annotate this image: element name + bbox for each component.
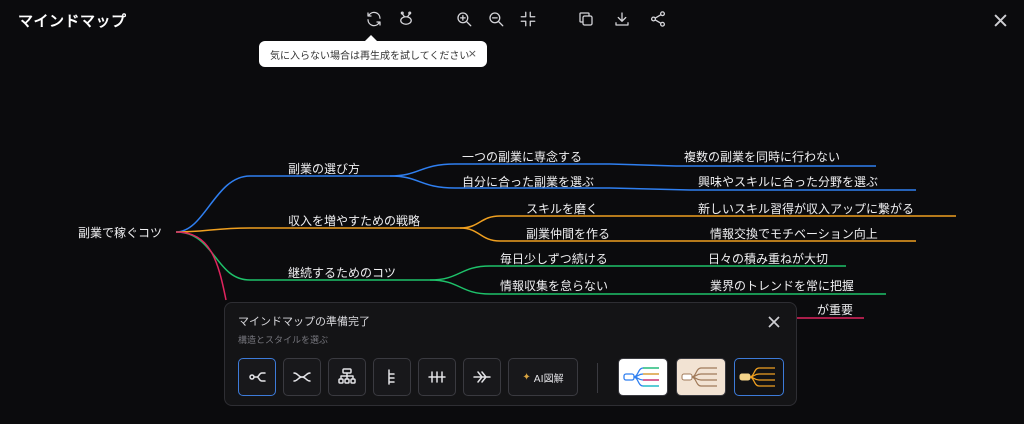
- ai-diagram-button[interactable]: ✦ AI図解: [508, 358, 578, 396]
- panel-title: マインドマップの準備完了: [238, 315, 370, 328]
- layout-timeline-icon[interactable]: [418, 358, 456, 396]
- child-node[interactable]: 副業仲間を作る: [526, 225, 610, 242]
- leaf-node[interactable]: 新しいスキル習得が収入アップに繋がる: [698, 200, 914, 217]
- panel-divider: [597, 363, 598, 393]
- branch-node[interactable]: 継続するためのコツ: [288, 264, 396, 281]
- ready-panel: マインドマップの準備完了 構造とスタイルを選ぶ ✦ AI図解: [224, 302, 797, 406]
- white-style-option[interactable]: [618, 358, 668, 396]
- child-node[interactable]: 情報収集を怠らない: [500, 277, 608, 294]
- root-node[interactable]: 副業で稼ぐコツ: [78, 224, 162, 241]
- leaf-node[interactable]: 複数の副業を同時に行わない: [684, 148, 840, 165]
- beige-style-option[interactable]: [676, 358, 726, 396]
- layout-options: ✦ AI図解: [238, 358, 578, 396]
- panel-close-icon[interactable]: [768, 313, 782, 328]
- sparkle-icon: ✦: [522, 371, 531, 383]
- dark-style-option[interactable]: [734, 358, 784, 396]
- child-node[interactable]: スキルを磨く: [526, 200, 598, 217]
- leaf-node-partial[interactable]: が重要: [817, 301, 853, 318]
- layout-both-icon[interactable]: [283, 358, 321, 396]
- child-node[interactable]: 自分に合った副業を選ぶ: [462, 173, 594, 190]
- leaf-node[interactable]: 業界のトレンドを常に把握: [710, 277, 854, 294]
- panel-subtitle: 構造とスタイルを選ぶ: [238, 336, 329, 346]
- leaf-node[interactable]: 興味やスキルに合った分野を選ぶ: [698, 173, 878, 190]
- ai-diagram-label: AI図解: [533, 373, 564, 385]
- branch-node[interactable]: 収入を増やすための戦略: [288, 212, 420, 229]
- child-node[interactable]: 一つの副業に専念する: [462, 148, 582, 165]
- layout-org-icon[interactable]: [328, 358, 366, 396]
- leaf-node[interactable]: 日々の積み重ねが大切: [708, 250, 828, 267]
- layout-fishbone-icon[interactable]: [463, 358, 501, 396]
- layout-list-icon[interactable]: [373, 358, 411, 396]
- layout-right-icon[interactable]: [238, 358, 276, 396]
- leaf-node[interactable]: 情報交換でモチベーション向上: [710, 225, 878, 242]
- style-options: [618, 358, 792, 396]
- child-node[interactable]: 毎日少しずつ続ける: [500, 250, 608, 267]
- connector-root-branch4: [175, 231, 227, 301]
- branch-node[interactable]: 副業の選び方: [288, 160, 360, 177]
